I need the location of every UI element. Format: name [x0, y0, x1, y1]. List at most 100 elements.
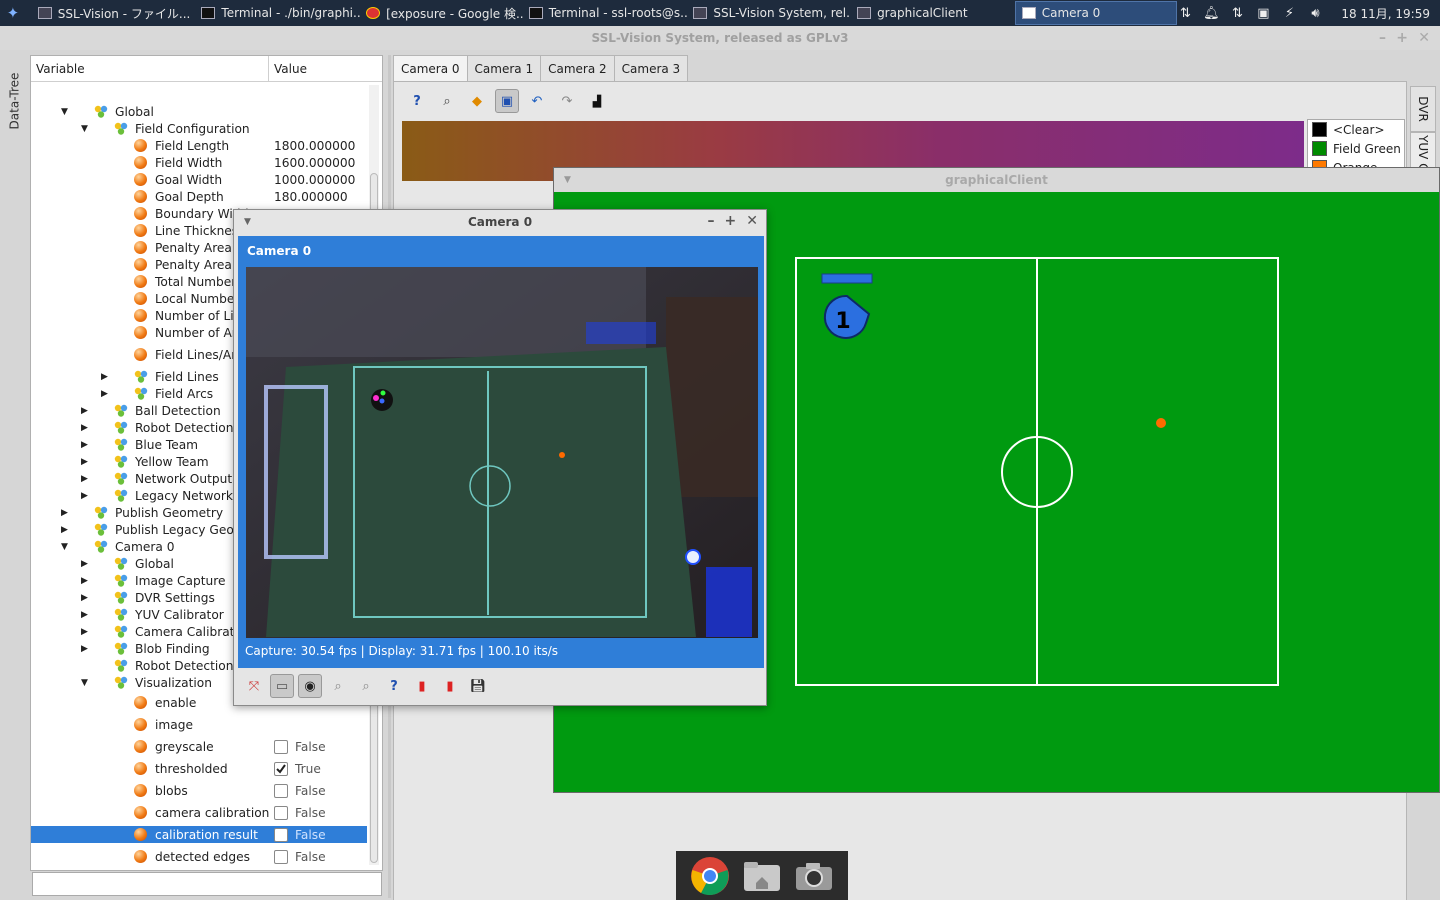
close-icon[interactable]: ✕	[1418, 30, 1430, 46]
tree-row[interactable]: image	[31, 716, 367, 733]
task-button[interactable]: graphicalClient	[851, 1, 1015, 25]
tree-row-value[interactable]: 1600.000000	[274, 156, 355, 170]
clipboard-icon[interactable]: ▣	[1255, 5, 1271, 21]
help-icon[interactable]: ?	[382, 674, 406, 698]
column-header-variable[interactable]: Variable	[31, 56, 269, 81]
graphical-client-titlebar[interactable]: ▼ graphicalClient	[554, 168, 1439, 192]
window-menu-icon[interactable]: ▼	[244, 217, 251, 227]
expand-right-icon[interactable]: ▶	[81, 644, 91, 654]
close-icon[interactable]: ✕	[746, 213, 758, 229]
palette-item[interactable]: Field Green	[1308, 139, 1404, 158]
mark-icon[interactable]: ▮	[410, 674, 434, 698]
record-icon[interactable]: ◉	[298, 674, 322, 698]
window-menu-icon[interactable]: ▼	[564, 175, 571, 185]
checkbox[interactable]	[274, 761, 288, 776]
tab-camera-3[interactable]: Camera 3	[613, 55, 689, 81]
clock[interactable]: 18 11月, 19:59	[1341, 5, 1430, 22]
tree-row[interactable]: complete edge d...False	[31, 870, 367, 871]
screen-icon[interactable]: ▣	[495, 89, 519, 113]
expand-right-icon[interactable]: ▶	[81, 491, 91, 501]
expand-right-icon[interactable]: ▶	[101, 389, 111, 399]
tree-filter-input[interactable]	[32, 872, 382, 896]
tree-row[interactable]: Field Width 1600.000000	[31, 154, 367, 171]
expand-right-icon[interactable]: ▶	[101, 372, 111, 382]
expand-right-icon[interactable]: ▶	[61, 508, 71, 518]
minimize-icon[interactable]: –	[1379, 30, 1386, 46]
undo-icon[interactable]: ↶	[525, 89, 549, 113]
tree-row[interactable]: detected edges False	[31, 848, 367, 865]
task-button[interactable]: Terminal - ssl-roots@s...	[523, 1, 687, 25]
tab-camera-1[interactable]: Camera 1	[466, 55, 542, 81]
camera-app-icon[interactable]	[793, 855, 835, 897]
expand-down-icon[interactable]: ▼	[61, 542, 71, 552]
chrome-icon[interactable]	[689, 855, 731, 897]
minimize-icon[interactable]: –	[708, 213, 715, 229]
camera-image[interactable]	[246, 267, 758, 638]
volume-icon[interactable]: 🔊︎	[1307, 5, 1323, 21]
data-tree-side-tab[interactable]: Data-Tree	[2, 56, 26, 146]
tree-row-value[interactable]: 1000.000000	[274, 173, 355, 187]
tree-row[interactable]: Field Length 1800.000000	[31, 137, 367, 154]
checkbox[interactable]	[274, 849, 288, 864]
expand-right-icon[interactable]: ▶	[81, 457, 91, 467]
expand-right-icon[interactable]: ▶	[81, 559, 91, 569]
fit-icon[interactable]: ⤧	[242, 674, 266, 698]
tree-row[interactable]: camera calibration False	[31, 804, 367, 821]
task-button[interactable]: [exposure - Google 検...	[360, 1, 523, 25]
expand-right-icon[interactable]: ▶	[81, 474, 91, 484]
home-folder-icon[interactable]	[741, 855, 783, 897]
tree-row[interactable]: blobs False	[31, 782, 367, 799]
expand-right-icon[interactable]: ▶	[81, 423, 91, 433]
zoom-out-icon[interactable]: ⌕	[354, 674, 378, 698]
expand-down-icon[interactable]: ▼	[81, 678, 91, 688]
expand-right-icon[interactable]: ▶	[81, 576, 91, 586]
expand-right-icon[interactable]: ▶	[81, 406, 91, 416]
histogram-icon[interactable]: ▟	[585, 89, 609, 113]
power-icon[interactable]: ⚡	[1281, 5, 1297, 21]
tree-row-value[interactable]: 1800.000000	[274, 139, 355, 153]
task-button-active[interactable]: Camera 0	[1014, 1, 1178, 25]
checkbox[interactable]	[274, 805, 288, 820]
checkbox[interactable]	[274, 739, 288, 754]
help-icon[interactable]: ?	[405, 89, 429, 113]
notification-bell-icon[interactable]: 🔔︎	[1203, 5, 1220, 21]
tree-row[interactable]: ▼ Global	[31, 103, 367, 120]
expand-right-icon[interactable]: ▶	[81, 593, 91, 603]
palette-item[interactable]: <Clear>	[1308, 120, 1404, 139]
tree-row[interactable]: ▼ Field Configuration	[31, 120, 367, 137]
expand-right-icon[interactable]: ▶	[81, 440, 91, 450]
tab-camera-0[interactable]: Camera 0	[393, 55, 468, 81]
zoom-in-icon[interactable]: ⌕	[326, 674, 350, 698]
maximize-icon[interactable]: +	[1396, 30, 1408, 46]
tab-camera-2[interactable]: Camera 2	[540, 55, 615, 81]
expand-right-icon[interactable]: ▶	[81, 627, 91, 637]
task-button[interactable]: SSL-Vision System, rel...	[687, 1, 851, 25]
redo-icon[interactable]: ↷	[555, 89, 579, 113]
clear-icon[interactable]: ▮	[438, 674, 462, 698]
main-window-titlebar[interactable]: SSL-Vision System, released as GPLv3 – +…	[0, 26, 1440, 50]
task-button[interactable]: Terminal - ./bin/graphi...	[195, 1, 360, 25]
checkbox[interactable]	[274, 827, 288, 842]
network-icon[interactable]: ⇅	[1177, 5, 1193, 21]
tree-row[interactable]: Goal Width 1000.000000	[31, 171, 367, 188]
column-header-value[interactable]: Value	[269, 56, 312, 81]
expand-down-icon[interactable]: ▼	[61, 107, 71, 117]
checkbox[interactable]	[274, 783, 288, 798]
expand-right-icon[interactable]: ▶	[81, 610, 91, 620]
tree-row[interactable]: calibration result False	[31, 826, 367, 843]
save-icon[interactable]: 💾︎	[466, 674, 490, 698]
tree-row[interactable]: thresholded True	[31, 760, 367, 777]
color-picker-icon[interactable]: ◆	[465, 89, 489, 113]
network-transfer-icon[interactable]: ⇅	[1229, 5, 1245, 21]
tree-row[interactable]: Goal Depth 180.000000	[31, 188, 367, 205]
task-button[interactable]: SSL-Vision - ファイル...	[32, 1, 196, 25]
app-menu-icon[interactable]: ✦	[0, 0, 26, 26]
maximize-icon[interactable]: +	[725, 213, 737, 229]
camera-window-titlebar[interactable]: ▼ Camera 0 – + ✕	[234, 210, 766, 234]
image-icon[interactable]: ▭	[270, 674, 294, 698]
tree-row-value[interactable]: 180.000000	[274, 190, 348, 204]
dvr-side-tab[interactable]: DVR	[1410, 86, 1436, 132]
zoom-icon[interactable]: ⌕	[435, 89, 459, 113]
tree-row[interactable]: greyscale False	[31, 738, 367, 755]
expand-right-icon[interactable]: ▶	[61, 525, 71, 535]
